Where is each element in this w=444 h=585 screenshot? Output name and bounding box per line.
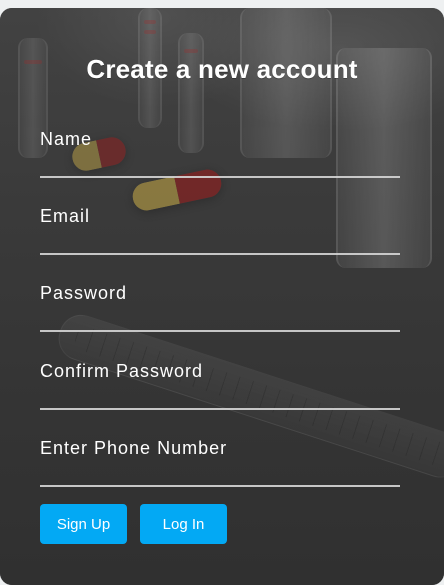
email-input[interactable] <box>40 242 400 245</box>
signup-card: Create a new account Name Email Password… <box>0 8 444 585</box>
password-label: Password <box>40 283 128 303</box>
name-field[interactable]: Name <box>40 129 400 178</box>
phone-field[interactable]: Enter Phone Number <box>40 438 400 487</box>
confirm-password-label: Confirm Password <box>40 361 204 381</box>
email-field[interactable]: Email <box>40 206 400 255</box>
phone-underline <box>40 485 400 487</box>
email-underline <box>40 253 400 255</box>
form-content: Create a new account Name Email Password… <box>0 8 444 585</box>
confirm-password-underline <box>40 408 400 410</box>
confirm-password-field[interactable]: Confirm Password <box>40 361 400 410</box>
name-underline <box>40 176 400 178</box>
phone-label: Enter Phone Number <box>40 438 228 458</box>
form-actions: Sign Up Log In <box>40 504 227 544</box>
confirm-password-input[interactable] <box>40 397 400 400</box>
password-input[interactable] <box>40 319 400 322</box>
page-title: Create a new account <box>86 54 358 84</box>
password-underline <box>40 330 400 332</box>
password-field[interactable]: Password <box>40 283 400 332</box>
email-label: Email <box>40 206 91 226</box>
name-label: Name <box>40 129 93 149</box>
signup-button[interactable]: Sign Up <box>40 504 127 544</box>
login-button[interactable]: Log In <box>140 504 227 544</box>
phone-input[interactable] <box>40 474 400 477</box>
name-input[interactable] <box>40 165 400 168</box>
